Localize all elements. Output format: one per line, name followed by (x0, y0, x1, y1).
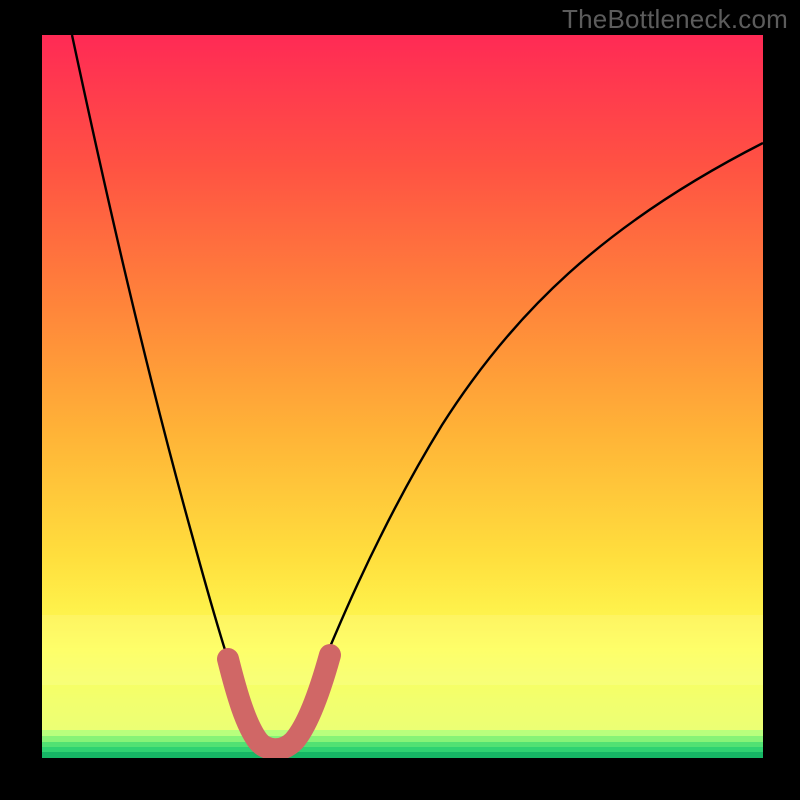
highlight-band (42, 615, 763, 685)
watermark-text: TheBottleneck.com (562, 4, 788, 35)
green-band-5 (42, 752, 763, 758)
green-band-2 (42, 736, 763, 742)
plot-area (42, 35, 763, 758)
green-band-4 (42, 747, 763, 752)
green-band-3 (42, 742, 763, 747)
green-band-1 (42, 730, 763, 736)
bottleneck-chart (42, 35, 763, 758)
chart-frame: TheBottleneck.com (0, 0, 800, 800)
